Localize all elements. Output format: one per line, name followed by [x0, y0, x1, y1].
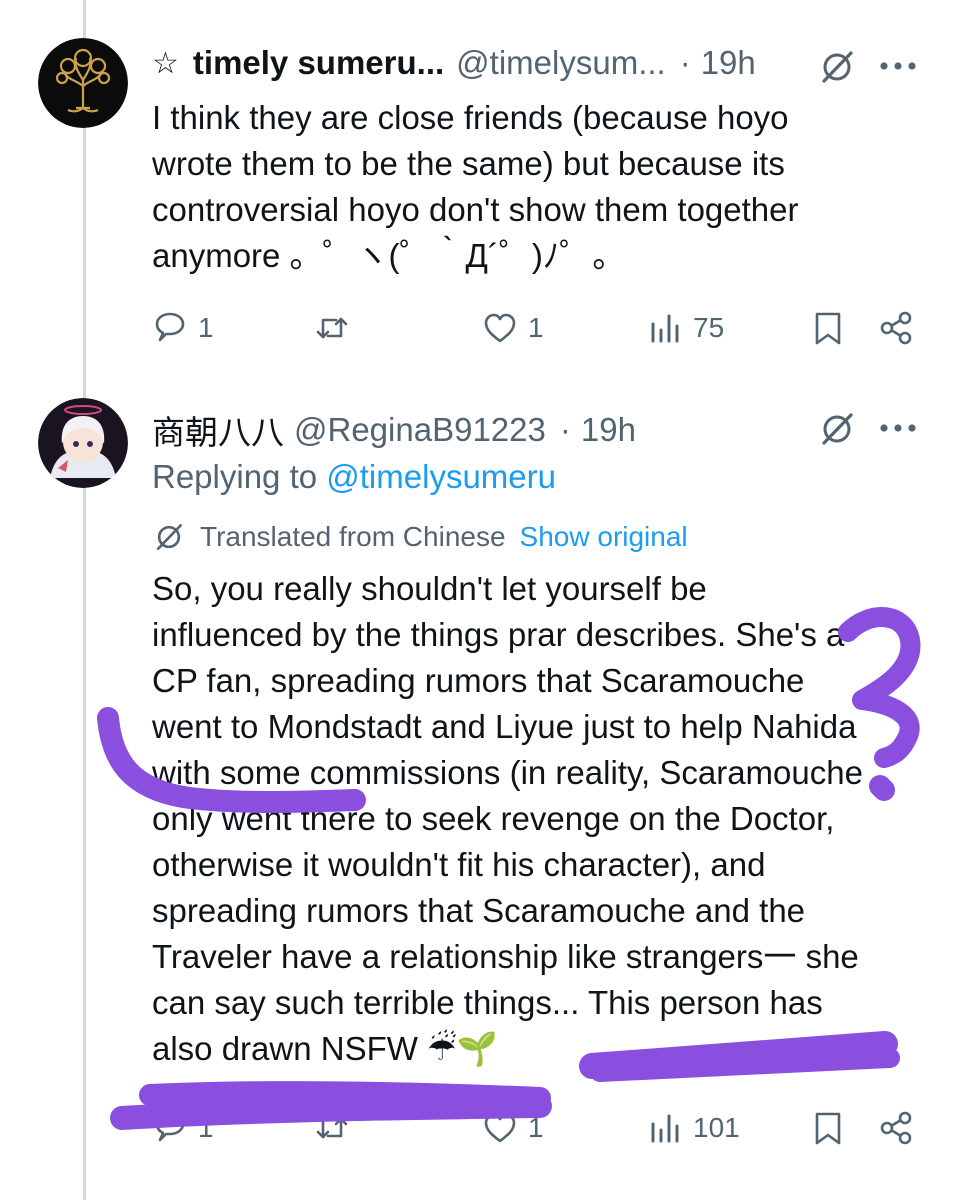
avatar-timely-sumeru[interactable]: [38, 38, 128, 128]
translated-label: Translated from Chinese: [200, 521, 506, 552]
star-icon: ☆: [152, 46, 179, 80]
tree-logo-icon: [38, 38, 128, 128]
like-button[interactable]: 1: [482, 1110, 544, 1146]
reply-icon: [155, 1112, 185, 1142]
timestamp[interactable]: 19h: [701, 44, 756, 82]
reply-icon: [155, 312, 185, 342]
grok-icon[interactable]: [818, 48, 856, 86]
views-icon: [651, 1114, 679, 1143]
text-line: with some commissions (in reality, Scara…: [152, 754, 863, 791]
text-line: anymore 。゜ヽ(゜｀Д´゜)ﾉ゜。: [152, 237, 626, 274]
reply-button[interactable]: 1: [152, 310, 214, 346]
grok-translate-icon: [156, 524, 182, 550]
text-line: influenced by the things prar describes.…: [152, 616, 845, 653]
views-count: 75: [693, 312, 725, 343]
more-options-icon[interactable]: [878, 418, 918, 438]
retweet-button[interactable]: [314, 1110, 350, 1146]
share-button[interactable]: [878, 1110, 914, 1146]
share-button[interactable]: [878, 310, 914, 346]
display-name[interactable]: 商朝八八: [152, 406, 284, 454]
tweet1-text: I think they are close friends (because …: [152, 95, 799, 279]
mention-link[interactable]: @timelysumeru: [326, 458, 556, 495]
like-icon: [484, 1113, 516, 1143]
separator-dot: ·: [559, 411, 571, 448]
separator-dot: ·: [679, 44, 691, 81]
text-line: I think they are close friends (because …: [152, 99, 789, 136]
bookmark-icon: [815, 312, 841, 345]
grok-icon[interactable]: [818, 410, 856, 448]
retweet-icon: [316, 317, 348, 339]
like-button[interactable]: 1: [482, 310, 544, 346]
tweet1-actions: 1 1 75: [152, 310, 922, 350]
anime-avatar-icon: [38, 398, 128, 488]
display-name[interactable]: timely sumeru...: [193, 44, 444, 82]
retweet-icon: [316, 1117, 348, 1139]
tweet2-header: 商朝八八 @ReginaB91223 · 19h: [152, 406, 636, 454]
text-line: So, you really shouldn't let yourself be: [152, 570, 707, 607]
reply-count: 1: [198, 312, 214, 343]
translation-bar: Translated from Chinese Show original: [152, 520, 688, 554]
share-icon: [880, 1111, 912, 1145]
user-handle[interactable]: @timelysum...: [456, 44, 666, 82]
like-count: 1: [528, 312, 544, 343]
bookmark-icon: [815, 1112, 841, 1145]
like-count: 1: [528, 1112, 544, 1143]
show-original-link[interactable]: Show original: [520, 521, 688, 553]
text-line: wrote them to be the same) but because i…: [152, 145, 785, 182]
timestamp[interactable]: 19h: [581, 411, 636, 449]
share-icon: [880, 311, 912, 345]
views-icon: [651, 314, 679, 343]
thread-line: [83, 0, 86, 1200]
like-icon: [484, 313, 516, 343]
text-line: went to Mondstadt and Liyue just to help…: [152, 708, 857, 745]
text-line: also drawn NSFW ☔🌱: [152, 1030, 498, 1067]
tweet2-actions: 1 1 101: [152, 1110, 922, 1150]
views-count: 101: [693, 1112, 740, 1143]
bookmark-button[interactable]: [810, 1110, 846, 1146]
user-handle[interactable]: @ReginaB91223: [294, 411, 546, 449]
text-line: only went there to seek revenge on the D…: [152, 800, 835, 837]
text-line: controversial hoyo don't show them toget…: [152, 191, 799, 228]
reply-count: 1: [198, 1112, 214, 1143]
question-dot-scribble: [869, 775, 895, 801]
reply-button[interactable]: 1: [152, 1110, 214, 1146]
text-line: can say such terrible things... This per…: [152, 984, 823, 1021]
redaction-scribble-bottom: [139, 1081, 551, 1109]
text-line: spreading rumors that Scaramouche and th…: [152, 892, 806, 929]
bookmark-button[interactable]: [810, 310, 846, 346]
more-options-icon[interactable]: [878, 56, 918, 76]
views-button[interactable]: 101: [647, 1110, 740, 1146]
tweet1-header: ☆ timely sumeru... @timelysum... · 19h: [152, 44, 756, 82]
text-line: Traveler have a relationship like strang…: [152, 938, 859, 975]
views-button[interactable]: 75: [647, 310, 724, 346]
text-line: CP fan, spreading rumors that Scaramouch…: [152, 662, 805, 699]
avatar-regina[interactable]: [38, 398, 128, 488]
text-line: otherwise it wouldn't fit his character)…: [152, 846, 766, 883]
tweet2-text: So, you really shouldn't let yourself be…: [152, 566, 863, 1072]
replying-to-label: Replying to: [152, 458, 327, 495]
retweet-button[interactable]: [314, 310, 350, 346]
replying-to: Replying to @timelysumeru: [152, 458, 556, 496]
